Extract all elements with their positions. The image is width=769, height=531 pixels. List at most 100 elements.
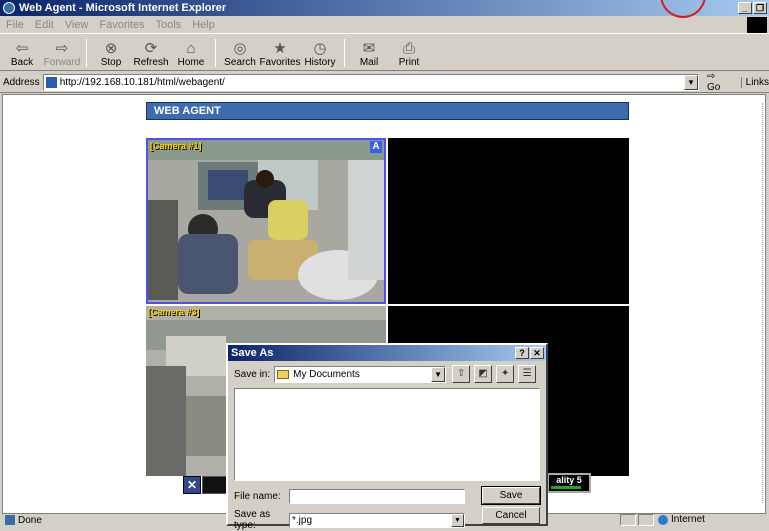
menubar: File Edit View Favorites Tools Help bbox=[0, 16, 769, 34]
refresh-icon: ⟳ bbox=[144, 40, 158, 57]
home-icon: ⌂ bbox=[186, 40, 196, 57]
toolbar-print-button[interactable]: ⎙ Print bbox=[389, 36, 429, 70]
toolbar-separator bbox=[215, 39, 216, 67]
scroll-edge bbox=[762, 103, 763, 503]
toolbar-mail-button[interactable]: ✉ Mail bbox=[349, 36, 389, 70]
help-button[interactable]: ? bbox=[515, 347, 529, 359]
toolbar-label: Print bbox=[398, 57, 420, 68]
address-input[interactable]: http://192.168.10.181/html/webagent/ ▼ bbox=[42, 73, 699, 91]
camera-view-2[interactable] bbox=[388, 138, 629, 304]
quality-label: ality bbox=[556, 475, 575, 485]
dialog-titlebar: Save As ? ✕ bbox=[228, 345, 546, 361]
toolbar-label: Search bbox=[224, 57, 256, 68]
save-button[interactable]: Save bbox=[481, 486, 541, 505]
security-zone: Internet bbox=[658, 514, 705, 525]
up-folder-icon[interactable]: ⇧ bbox=[452, 365, 471, 383]
go-button[interactable]: ⇨ Go bbox=[707, 71, 731, 93]
list-view-icon[interactable]: ☰ bbox=[518, 365, 537, 383]
toolbar-label: Favorites bbox=[259, 57, 301, 68]
back-arrow-icon: ⇦ bbox=[15, 40, 29, 57]
favorites-icon: ★ bbox=[273, 40, 287, 57]
toolbar-label: Stop bbox=[100, 57, 122, 68]
quality-bar bbox=[551, 486, 581, 489]
toolbar-label: Back bbox=[10, 57, 34, 68]
toolbar-history-button[interactable]: ◷ History bbox=[300, 36, 340, 70]
menu-favorites[interactable]: Favorites bbox=[99, 19, 144, 31]
camera-3-label: [Camera #3] bbox=[148, 307, 200, 317]
save-type-chevron-icon[interactable]: ▼ bbox=[451, 513, 464, 527]
toolbar-separator bbox=[344, 39, 345, 67]
toolbar-stop-button[interactable]: ⊗ Stop bbox=[91, 36, 131, 70]
links-button[interactable]: Links bbox=[740, 76, 769, 88]
quality-value: 5 bbox=[576, 475, 582, 485]
address-label: Address bbox=[3, 76, 40, 88]
toolbar-favorites-button[interactable]: ★ Favorites bbox=[259, 36, 301, 70]
toolbar-label: History bbox=[304, 57, 336, 68]
menu-help[interactable]: Help bbox=[192, 19, 215, 31]
toolbar-forward-button[interactable]: ⇨ Forward bbox=[42, 36, 82, 70]
save-in-row: Save in: My Documents ▼ ⇧ ◩ ✦ ☰ bbox=[228, 363, 546, 385]
window-titlebar: Web Agent - Microsoft Internet Explorer … bbox=[0, 0, 769, 16]
save-type-label: Save as type: bbox=[234, 509, 271, 531]
save-in-chevron-icon[interactable]: ▼ bbox=[431, 366, 446, 382]
go-label: Go bbox=[706, 82, 721, 93]
close-view-button[interactable]: ✕ bbox=[183, 476, 201, 494]
toolbar-label: Refresh bbox=[133, 57, 169, 68]
print-icon: ⎙ bbox=[402, 40, 415, 57]
menu-file[interactable]: File bbox=[6, 19, 24, 31]
stop-icon: ⊗ bbox=[104, 40, 118, 57]
desktop-icon[interactable]: ◩ bbox=[474, 365, 493, 383]
toolbar-label: Home bbox=[177, 57, 205, 68]
globe-icon bbox=[658, 514, 668, 525]
toolbar-separator bbox=[86, 39, 87, 67]
mail-icon: ✉ bbox=[362, 40, 376, 57]
toolbar-refresh-button[interactable]: ⟳ Refresh bbox=[131, 36, 171, 70]
page-status-icon bbox=[5, 515, 15, 525]
file-name-label: File name: bbox=[234, 491, 281, 502]
toolbar-label: Mail bbox=[359, 57, 379, 68]
address-bar: Address http://192.168.10.181/html/webag… bbox=[0, 71, 769, 93]
save-type-select[interactable]: *.jpg ▼ bbox=[289, 512, 465, 528]
toolbar-search-button[interactable]: ◎ Search bbox=[220, 36, 260, 70]
status-panels bbox=[620, 514, 654, 526]
new-folder-icon[interactable]: ✦ bbox=[496, 365, 515, 383]
forward-arrow-icon: ⇨ bbox=[55, 40, 69, 57]
address-url: http://192.168.10.181/html/webagent/ bbox=[59, 76, 225, 88]
toolbar-back-button[interactable]: ⇦ Back bbox=[2, 36, 42, 70]
cancel-button[interactable]: Cancel bbox=[482, 507, 540, 524]
dialog-title: Save As bbox=[231, 347, 274, 359]
status-text: Done bbox=[18, 514, 42, 526]
save-in-label: Save in: bbox=[234, 368, 271, 380]
file-list[interactable] bbox=[234, 388, 540, 481]
save-in-value: My Documents bbox=[293, 368, 360, 380]
folder-icon bbox=[277, 369, 290, 379]
windows-logo-icon bbox=[747, 17, 767, 33]
toolbar-label: Forward bbox=[43, 57, 81, 68]
quality-indicator[interactable]: ality 5 bbox=[547, 473, 591, 493]
web-agent-header: WEB AGENT bbox=[146, 102, 629, 120]
save-type-row: Save as type: *.jpg ▼ bbox=[234, 509, 465, 531]
camera-view-1[interactable]: [Camera #1] A bbox=[146, 138, 386, 304]
zone-label: Internet bbox=[671, 514, 705, 525]
menu-tools[interactable]: Tools bbox=[156, 19, 182, 31]
address-dropdown-button[interactable]: ▼ bbox=[683, 74, 698, 90]
minimize-button[interactable]: _ bbox=[738, 2, 752, 14]
search-icon: ◎ bbox=[233, 40, 247, 57]
window-title: Web Agent - Microsoft Internet Explorer bbox=[19, 2, 227, 14]
file-name-input[interactable] bbox=[289, 489, 465, 504]
toolbar-home-button[interactable]: ⌂ Home bbox=[171, 36, 211, 70]
history-icon: ◷ bbox=[313, 40, 327, 57]
camera-1-badge: A bbox=[370, 141, 382, 153]
save-as-dialog: Save As ? ✕ Save in: My Documents ▼ ⇧ ◩ … bbox=[226, 343, 548, 531]
menu-edit[interactable]: Edit bbox=[35, 19, 54, 31]
ie-icon bbox=[3, 2, 15, 14]
dialog-close-button[interactable]: ✕ bbox=[530, 347, 544, 359]
camera-1-label: [Camera #1] bbox=[150, 141, 202, 151]
page-icon bbox=[45, 76, 57, 88]
save-type-value: *.jpg bbox=[292, 514, 313, 526]
file-name-row: File name: bbox=[234, 489, 465, 504]
save-in-dropdown[interactable]: My Documents ▼ bbox=[274, 365, 447, 383]
menu-view[interactable]: View bbox=[65, 19, 89, 31]
toolbar: ⇦ Back ⇨ Forward ⊗ Stop ⟳ Refresh ⌂ Home ◎ Search ★ F… bbox=[0, 35, 769, 71]
restore-button[interactable]: ❐ bbox=[753, 2, 767, 14]
